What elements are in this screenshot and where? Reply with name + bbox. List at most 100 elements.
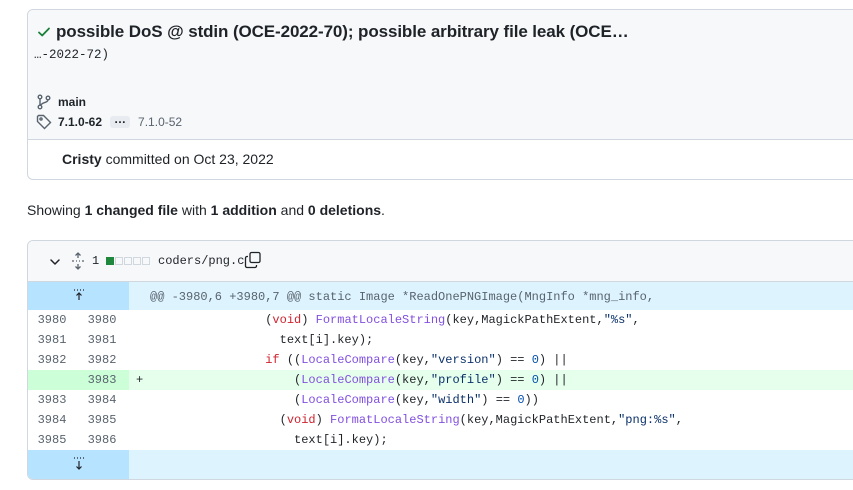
code-token: "png:%s" bbox=[618, 413, 676, 427]
commit-title-row: possible DoS @ stdin (OCE-2022-70); poss… bbox=[36, 22, 629, 42]
code-token: ( bbox=[150, 313, 273, 327]
code-text: (void) FormatLocaleString(key,MagickPath… bbox=[150, 410, 683, 430]
code-text: if ((LocaleCompare(key,"version") == 0) … bbox=[150, 350, 568, 370]
summary-and: and bbox=[276, 202, 308, 218]
code-token: "%s" bbox=[603, 313, 633, 327]
code-token: , bbox=[675, 413, 683, 427]
file-header: 1 coders/png.c bbox=[28, 241, 853, 282]
code-text: text[i].key); bbox=[150, 430, 388, 450]
new-line-number[interactable]: 3983 bbox=[78, 370, 126, 390]
new-line-number[interactable]: 3981 bbox=[78, 330, 126, 350]
diffstat-block bbox=[106, 257, 114, 265]
code-token: if bbox=[265, 353, 280, 367]
chevron-down-icon[interactable] bbox=[48, 255, 62, 269]
commit-title-continuation: …-2022-72) bbox=[34, 48, 110, 62]
code-token: (key,MagickPathExtent, bbox=[445, 313, 604, 327]
summary-with: with bbox=[177, 202, 211, 218]
context-line: 3984 3985 (void) FormatLocaleString(key,M… bbox=[28, 410, 853, 430]
context-line: 3983 3984 (LocaleCompare(key,"width") == … bbox=[28, 390, 853, 410]
summary-prefix: Showing bbox=[27, 202, 85, 218]
diff-code: 3980 3980 (void) FormatLocaleString(key,M… bbox=[28, 310, 853, 450]
context-line: 3981 3981 text[i].key); bbox=[28, 330, 853, 350]
code-token: (( bbox=[279, 353, 302, 367]
copy-icon[interactable] bbox=[244, 251, 262, 269]
tag-icon bbox=[36, 114, 52, 130]
tag-link-primary[interactable]: 7.1.0-62 bbox=[58, 115, 102, 129]
code-token: (key, bbox=[394, 353, 431, 367]
code-token: "version" bbox=[430, 353, 496, 367]
expand-all-icon[interactable] bbox=[70, 252, 86, 270]
code-token: LocaleCompare bbox=[301, 373, 395, 387]
old-line-number[interactable]: 3981 bbox=[28, 330, 76, 350]
new-line-number[interactable]: 3986 bbox=[78, 430, 126, 450]
file-name-link[interactable]: coders/png.c bbox=[158, 254, 244, 268]
git-branch-icon bbox=[36, 94, 52, 110]
code-text: text[i].key); bbox=[150, 330, 374, 350]
code-token: (key, bbox=[394, 373, 431, 387]
new-line-number[interactable]: 3980 bbox=[78, 310, 126, 330]
old-line-number[interactable]: 3982 bbox=[28, 350, 76, 370]
hunk-header-text: @@ -3980,6 +3980,7 @@ static Image *Read… bbox=[150, 290, 655, 304]
code-token: text[i].key); bbox=[150, 333, 374, 347]
code-token: 0 bbox=[531, 353, 539, 367]
author-link[interactable]: Cristy bbox=[62, 151, 102, 167]
code-token: text[i].key); bbox=[150, 433, 388, 447]
diffstat-block bbox=[142, 257, 150, 265]
summary-additions: 1 addition bbox=[210, 202, 277, 218]
commit-header: possible DoS @ stdin (OCE-2022-70); poss… bbox=[28, 10, 853, 140]
code-text: (void) FormatLocaleString(key,MagickPath… bbox=[150, 310, 640, 330]
code-token: void bbox=[286, 413, 316, 427]
change-count: 1 bbox=[92, 254, 100, 268]
context-line: 3985 3986 text[i].key); bbox=[28, 430, 853, 450]
code-token: ) == bbox=[495, 373, 532, 387]
branch-row: main bbox=[36, 94, 86, 110]
code-text: (LocaleCompare(key,"width") == 0)) bbox=[150, 390, 539, 410]
expand-up-button[interactable] bbox=[28, 282, 129, 310]
code-token: ) == bbox=[481, 393, 518, 407]
diffstat-bar bbox=[106, 257, 150, 265]
expand-up-icon bbox=[71, 288, 87, 305]
old-line-number[interactable]: 3980 bbox=[28, 310, 76, 330]
code-token: FormatLocaleString bbox=[315, 313, 446, 327]
file-diff: 1 coders/png.c @@ -3980,6 +3980,7 @@ sta… bbox=[27, 240, 853, 480]
code-token: ( bbox=[150, 373, 302, 387]
diff-sign: + bbox=[136, 373, 144, 387]
code-token: FormatLocaleString bbox=[330, 413, 460, 427]
old-line-number[interactable]: 3983 bbox=[28, 390, 76, 410]
hunk-header-row: @@ -3980,6 +3980,7 @@ static Image *Read… bbox=[28, 282, 853, 310]
code-token: , bbox=[632, 313, 640, 327]
context-line: 3980 3980 (void) FormatLocaleString(key,M… bbox=[28, 310, 853, 330]
code-token: void bbox=[272, 313, 302, 327]
diff-summary: Showing 1 changed file with 1 addition a… bbox=[27, 202, 385, 218]
diffstat-block bbox=[133, 257, 141, 265]
code-token: ) || bbox=[538, 373, 568, 387]
code-token: )) bbox=[524, 393, 539, 407]
code-token: (key,MagickPathExtent, bbox=[459, 413, 619, 427]
code-token: LocaleCompare bbox=[301, 393, 395, 407]
old-line-number[interactable]: 3984 bbox=[28, 410, 76, 430]
tag-link-secondary[interactable]: 7.1.0-52 bbox=[138, 115, 182, 129]
branch-link[interactable]: main bbox=[58, 95, 86, 109]
new-line-number[interactable]: 3982 bbox=[78, 350, 126, 370]
code-token: "profile" bbox=[430, 373, 496, 387]
summary-suffix: . bbox=[381, 202, 385, 218]
code-token: "width" bbox=[430, 393, 482, 407]
tags-expand-button[interactable]: … bbox=[110, 113, 131, 128]
commit-box: possible DoS @ stdin (OCE-2022-70); poss… bbox=[27, 9, 853, 180]
new-line-number[interactable]: 3985 bbox=[78, 410, 126, 430]
expand-down-button[interactable] bbox=[28, 450, 129, 479]
code-token: 0 bbox=[531, 373, 539, 387]
summary-deletions: 0 deletions bbox=[307, 202, 382, 218]
commit-date: committed on Oct 23, 2022 bbox=[101, 151, 274, 167]
old-line-number[interactable]: 3985 bbox=[28, 430, 76, 450]
diffstat-block bbox=[124, 257, 132, 265]
code-token: ) bbox=[301, 313, 316, 327]
code-token: ) || bbox=[538, 353, 568, 367]
hunk-footer-row bbox=[28, 450, 853, 479]
code-token: ( bbox=[150, 393, 302, 407]
new-line-number[interactable]: 3984 bbox=[78, 390, 126, 410]
context-line: 3982 3982 if ((LocaleCompare(key,"version… bbox=[28, 350, 853, 370]
tag-row: 7.1.0-62 … 7.1.0-52 bbox=[36, 113, 182, 130]
code-token: (key, bbox=[394, 393, 431, 407]
